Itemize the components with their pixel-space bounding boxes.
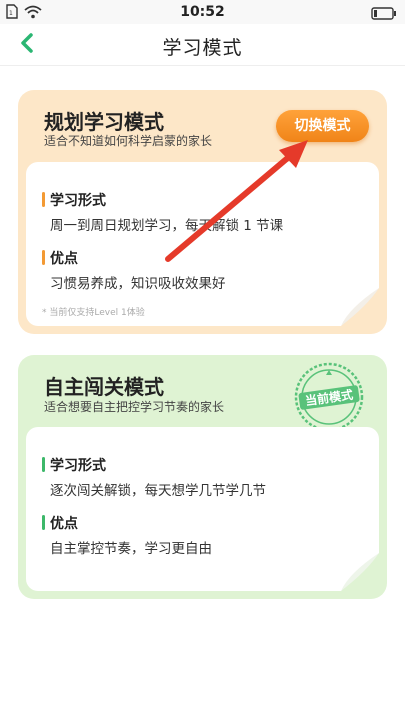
self-form-text: 逐次闯关解锁，每天想学几节学几节 <box>50 483 266 499</box>
current-mode-stamp-label: 当前模式 <box>304 387 354 409</box>
page-title: 学习模式 <box>162 37 243 59</box>
plan-level-note: * 当前仅支持Level 1体验 <box>42 308 145 318</box>
nav-bar: 学习模式 <box>0 24 405 66</box>
page-fold-decoration <box>341 288 379 326</box>
plan-form-label: 学习形式 <box>42 190 106 210</box>
status-time: 10:52 <box>180 4 225 20</box>
self-mode-subtitle: 适合想要自主把控学习节奏的家长 <box>44 400 225 414</box>
plan-mode-subtitle: 适合不知道如何科学启蒙的家长 <box>44 134 213 148</box>
battery-icon <box>371 5 397 24</box>
switch-mode-button[interactable]: 切换模式 <box>276 110 369 142</box>
self-merit-text: 自主掌控节奏，学习更自由 <box>50 541 212 557</box>
self-form-label: 学习形式 <box>42 455 106 475</box>
page-fold-decoration <box>341 553 379 591</box>
plan-mode-title: 规划学习模式 <box>44 110 164 134</box>
current-mode-stamp: 当前模式 <box>293 361 365 433</box>
self-mode-card: 自主闯关模式 适合想要自主把控学习节奏的家长 当前模式 学习形式 逐次闯关解锁，… <box>18 355 387 599</box>
plan-merit-label: 优点 <box>42 248 78 268</box>
plan-merit-text: 习惯易养成，知识吸收效果好 <box>50 276 226 292</box>
plan-form-text: 周一到周日规划学习，每天解锁 1 节课 <box>50 218 284 234</box>
plan-mode-details: 学习形式 周一到周日规划学习，每天解锁 1 节课 优点 习惯易养成，知识吸收效果… <box>26 162 379 326</box>
plan-mode-card: 规划学习模式 适合不知道如何科学启蒙的家长 切换模式 学习形式 周一到周日规划学… <box>18 90 387 334</box>
self-merit-label: 优点 <box>42 513 78 533</box>
self-mode-details: 学习形式 逐次闯关解锁，每天想学几节学几节 优点 自主掌控节奏，学习更自由 <box>26 427 379 591</box>
status-bar: 1 10:52 <box>0 0 405 24</box>
self-mode-title: 自主闯关模式 <box>44 375 164 399</box>
